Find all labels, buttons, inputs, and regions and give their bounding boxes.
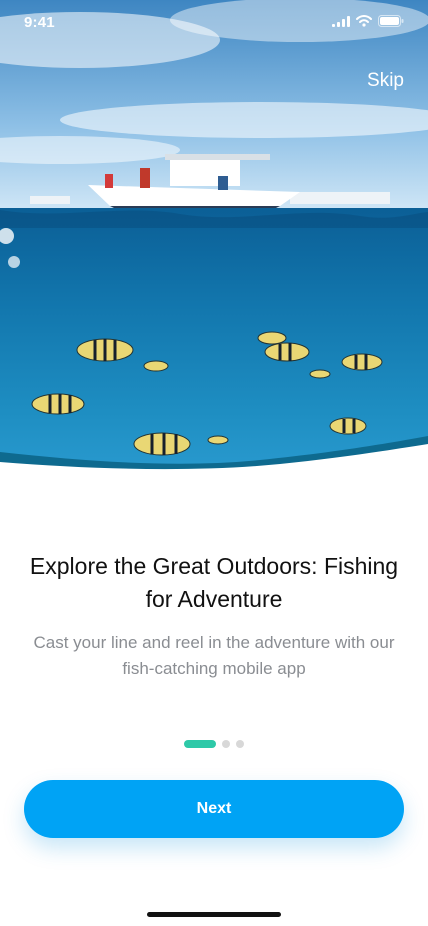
cellular-signal-icon xyxy=(332,15,350,27)
page-indicator xyxy=(0,740,428,748)
next-button[interactable]: Next xyxy=(24,780,404,838)
page-indicator-dot-2 xyxy=(222,740,230,748)
status-time: 9:41 xyxy=(24,14,55,31)
wifi-icon xyxy=(356,15,372,27)
status-icons xyxy=(332,15,404,27)
underwater-fishing-illustration xyxy=(0,0,428,480)
page-indicator-dot-3 xyxy=(236,740,244,748)
status-bar: 9:41 xyxy=(0,0,428,44)
home-indicator xyxy=(147,912,281,917)
battery-icon xyxy=(378,15,404,27)
page-indicator-dot-1 xyxy=(184,740,216,748)
hero-image xyxy=(0,0,428,480)
onboarding-title: Explore the Great Outdoors: Fishing for … xyxy=(29,553,399,612)
onboarding-subtitle: Cast your line and reel in the adventure… xyxy=(33,633,395,678)
skip-button[interactable]: Skip xyxy=(367,70,404,92)
